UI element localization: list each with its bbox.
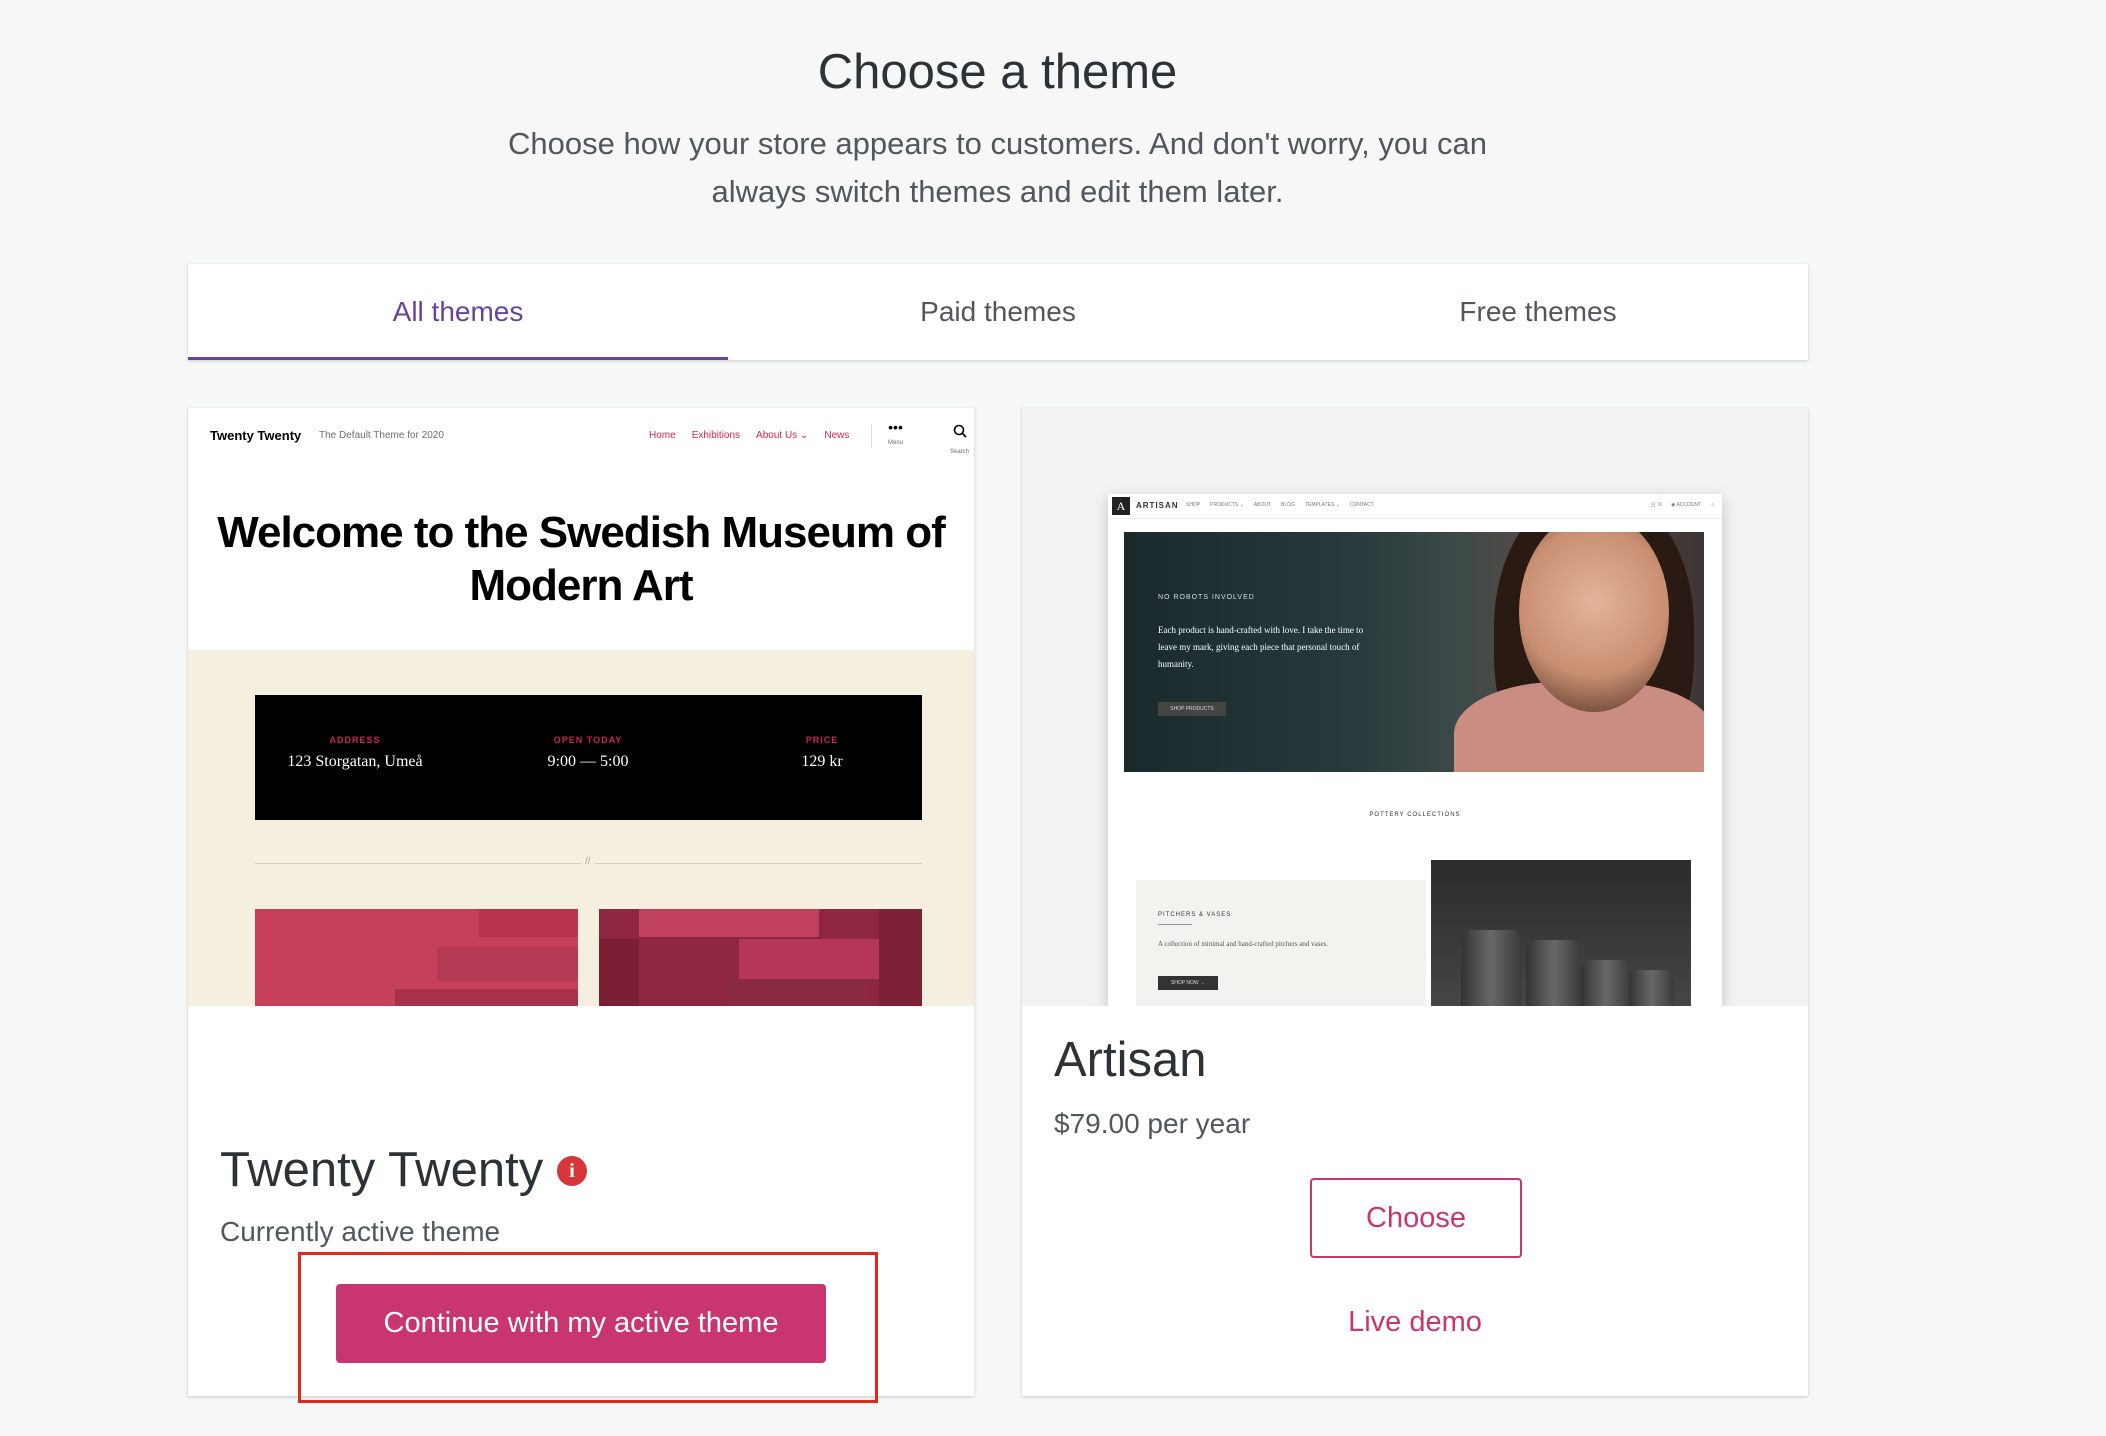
preview-info-address: ADDRESS 123 Storgatan, Umeå: [287, 735, 423, 770]
preview-site-title: Twenty Twenty: [210, 428, 302, 443]
theme-status: Currently active theme: [220, 1216, 501, 1247]
preview-art-block-left: [255, 909, 578, 1006]
preview-hero-image: NO ROBOTS INVOLVED Each product is hand-…: [1124, 532, 1704, 772]
preview-frame: A ARTISAN SHOP PRODUCTS ⌄ ABOUT BLOG TEM…: [1108, 494, 1722, 1006]
preview-section-title: POTTERY COLLECTIONS: [1369, 812, 1461, 818]
preview-rule-mark: //: [581, 856, 595, 867]
menu-icon: ••• Menu: [888, 419, 904, 446]
theme-card-twenty-twenty: Twenty Twenty The Default Theme for 2020…: [188, 408, 974, 1396]
tab-all-themes[interactable]: All themes: [188, 264, 728, 360]
highlight-box: [298, 1252, 878, 1403]
preview-brand: ARTISAN: [1136, 501, 1179, 510]
preview-nav-item: News: [824, 430, 850, 441]
preview-tagline: The Default Theme for 2020: [319, 430, 444, 441]
page-subtitle: Choose how your store appears to custome…: [508, 126, 1487, 209]
theme-preview-artisan[interactable]: A ARTISAN SHOP PRODUCTS ⌄ ABOUT BLOG TEM…: [1022, 408, 1808, 1006]
preview-header: Twenty Twenty The Default Theme for 2020…: [188, 408, 974, 468]
preview-vases-image: [1431, 860, 1691, 1006]
preview-nav-item: Exhibitions: [691, 430, 741, 441]
preview-divider: [871, 424, 872, 448]
preview-header: A ARTISAN SHOP PRODUCTS ⌄ ABOUT BLOG TEM…: [1108, 494, 1722, 519]
preview-hero-title: Welcome to the Swedish Museum of Modern …: [217, 508, 946, 610]
preview-nav-right: 🛒 0 ◉ ACCOUNT ⌕: [1650, 502, 1714, 508]
tab-free-themes[interactable]: Free themes: [1268, 264, 1808, 360]
preview-nav: Home Exhibitions About Us ⌄ News: [649, 430, 849, 441]
preview-info-hours: OPEN TODAY 9:00 — 5:00: [547, 735, 629, 770]
page-title: Choose a theme: [817, 45, 1178, 99]
preview-collection-panel: PITCHERS & VASES A collection of minimal…: [1136, 880, 1426, 1006]
theme-name: Twenty Twenty: [220, 1143, 544, 1197]
preview-hero-button: SHOP PRODUCTS: [1158, 702, 1226, 716]
theme-preview-twenty-twenty[interactable]: Twenty Twenty The Default Theme for 2020…: [188, 408, 974, 1006]
info-icon[interactable]: i: [557, 1156, 587, 1186]
live-demo-link[interactable]: Live demo: [1022, 1306, 1808, 1339]
preview-info-bar: ADDRESS 123 Storgatan, Umeå OPEN TODAY 9…: [255, 695, 922, 820]
search-icon: Search: [950, 424, 969, 455]
theme-card-artisan: A ARTISAN SHOP PRODUCTS ⌄ ABOUT BLOG TEM…: [1022, 408, 1808, 1396]
preview-hero-copy: Each product is hand-crafted with love. …: [1158, 625, 1364, 669]
preview-hero-kicker: NO ROBOTS INVOLVED: [1158, 594, 1255, 601]
choose-theme-button[interactable]: Choose: [1310, 1178, 1522, 1258]
preview-nav: SHOP PRODUCTS ⌄ ABOUT BLOG TEMPLATES ⌄ C…: [1186, 502, 1374, 508]
preview-nav-item: About Us ⌄: [756, 430, 809, 441]
theme-filter-tabs: All themes Paid themes Free themes: [188, 264, 1808, 360]
artisan-logo-icon: A: [1112, 497, 1130, 515]
theme-price: $79.00 per year: [1054, 1108, 1251, 1139]
preview-info-price: PRICE 129 kr: [801, 735, 843, 770]
preview-art-block-right: [599, 909, 922, 1006]
preview-nav-item: Home: [649, 430, 676, 441]
tab-paid-themes[interactable]: Paid themes: [728, 264, 1268, 360]
theme-name: Artisan: [1054, 1033, 1207, 1087]
